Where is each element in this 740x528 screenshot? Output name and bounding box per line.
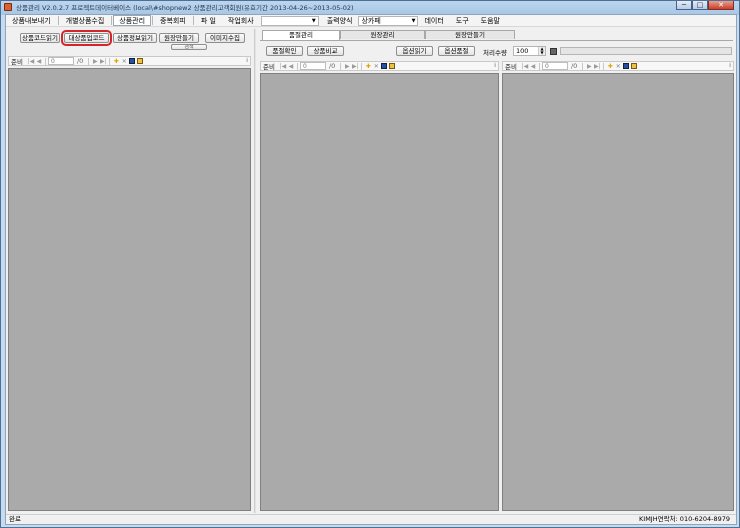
save-icon[interactable] (381, 63, 388, 69)
client-area: 상품내보내기 개별상품수집 상품관리 중복회피 파 일 작업회사 ▼ 출력양식 … (5, 14, 737, 525)
form-create-button[interactable]: 원장만들기 (159, 33, 199, 43)
company-select[interactable]: ▼ (260, 15, 319, 26)
app-icon (4, 3, 12, 11)
first-record-icon[interactable]: |◀ (279, 63, 287, 70)
image-collect-button[interactable]: 이미지수집 (205, 33, 245, 43)
prev-record-icon[interactable]: ◀ (529, 63, 537, 70)
delete-record-icon[interactable]: ✕ (120, 58, 128, 65)
progress-bar (560, 47, 732, 55)
save-icon[interactable] (129, 58, 136, 64)
record-count: /0 (76, 57, 84, 65)
grip-icon: ⁞ (246, 57, 248, 64)
menu-work-company[interactable]: 작업회사 (222, 15, 260, 26)
position-field[interactable]: 0 (541, 62, 568, 70)
next-record-icon[interactable]: ▶ (91, 58, 99, 65)
last-record-icon[interactable]: ▶| (99, 58, 107, 65)
contact-info: KIMJH연락처: 010-6204-8979 (639, 515, 730, 523)
left-data-grid[interactable] (8, 68, 251, 511)
search-button[interactable]: 검색 (171, 44, 207, 50)
panel-splitter[interactable] (254, 29, 256, 513)
record-count: /0 (570, 62, 578, 70)
save-icon[interactable] (623, 63, 630, 69)
product-info-load-button[interactable]: 상품정보읽기 (113, 33, 157, 43)
output-format-select[interactable]: 상카페 ▼ (358, 15, 419, 26)
minimize-button[interactable]: ─ (676, 1, 692, 10)
title-bar: 상품관리 V2.0.2.7 프로젝트데이터베이스 (local\#shopnew… (1, 1, 739, 13)
nav-status: 준비 (11, 58, 23, 66)
position-field[interactable]: 0 (299, 62, 326, 70)
last-record-icon[interactable]: ▶| (593, 63, 601, 70)
process-count-value: 100 (516, 47, 529, 55)
next-record-icon[interactable]: ▶ (585, 63, 593, 70)
left-panel: 상품코드읽기 대상품업코드 상품정보읽기 원장만들기 이미지수집 검색 준비 |… (6, 28, 253, 513)
record-count: /0 (328, 62, 336, 70)
tab-ledger-create[interactable]: 원장만들기 (425, 30, 515, 39)
menu-tools[interactable]: 도구 (450, 15, 475, 26)
menu-export-products[interactable]: 상품내보내기 (6, 15, 57, 26)
bulk-upload-code-button[interactable]: 대상품업코드 (61, 30, 112, 46)
option-load-button[interactable]: 옵션읽기 (396, 46, 433, 56)
spin-arrows-icon[interactable]: ▲ ▼ (538, 47, 545, 55)
close-button[interactable]: ✕ (708, 1, 734, 10)
process-count-stepper[interactable]: 100 ▲ ▼ (513, 46, 546, 56)
status-bar: 완료 KIMJH연락처: 010-6204-8979 (6, 514, 736, 524)
process-count-label: 처리수량 (483, 49, 507, 57)
menu-help[interactable]: 도움말 (475, 15, 506, 26)
tab-soldout-management[interactable]: 품절관리 (262, 30, 340, 40)
right-tabs: 품절관리 원장관리 원장만들기 (262, 30, 515, 40)
tab-ledger-management[interactable]: 원장관리 (340, 30, 425, 39)
right-navigator: 준비 |◀ ◀ 0 /0 ▶ ▶| ✚ ✕ ⁞ (502, 61, 734, 71)
position-field[interactable]: 0 (47, 57, 74, 65)
menu-bar: 상품내보내기 개별상품수집 상품관리 중복회피 파 일 작업회사 ▼ 출력양식 … (6, 15, 736, 27)
menu-separator (57, 16, 59, 25)
menu-collect-products[interactable]: 개별상품수집 (60, 15, 111, 26)
next-record-icon[interactable]: ▶ (343, 63, 351, 70)
chevron-down-icon: ▼ (411, 17, 416, 24)
status-text: 완료 (9, 515, 21, 523)
prev-record-icon[interactable]: ◀ (35, 58, 43, 65)
left-navigator: 준비 |◀ ◀ 0 /0 ▶ ▶| ✚ ✕ ⁞ (8, 56, 251, 66)
grip-icon: ⁞ (494, 62, 496, 69)
app-window: 상품관리 V2.0.2.7 프로젝트데이터베이스 (local\#shopnew… (0, 0, 740, 528)
soldout-check-button[interactable]: 품절확인 (266, 46, 303, 56)
middle-navigator: 준비 |◀ ◀ 0 /0 ▶ ▶| ✚ ✕ ⁞ (260, 61, 499, 71)
menu-separator (192, 16, 194, 25)
edit-icon[interactable] (389, 63, 396, 69)
right-data-grid[interactable] (502, 73, 734, 511)
last-record-icon[interactable]: ▶| (351, 63, 359, 70)
grip-icon: ⁞ (729, 62, 731, 69)
output-format-label: 출력양식 (326, 17, 353, 25)
first-record-icon[interactable]: |◀ (27, 58, 35, 65)
tab-underline (260, 40, 733, 41)
delete-record-icon[interactable]: ✕ (372, 63, 380, 70)
menu-separator (152, 16, 154, 25)
menu-separator (111, 16, 113, 25)
product-compare-button[interactable]: 상품비교 (307, 46, 344, 56)
stop-icon[interactable] (550, 48, 557, 55)
menu-file[interactable]: 파 일 (195, 15, 222, 26)
menu-data[interactable]: 데이터 (418, 15, 449, 26)
middle-data-grid[interactable] (260, 73, 499, 511)
add-record-icon[interactable]: ✚ (364, 63, 372, 70)
chevron-down-icon: ▼ (311, 17, 316, 24)
menu-product-management[interactable]: 상품관리 (113, 15, 152, 26)
add-record-icon[interactable]: ✚ (606, 63, 614, 70)
nav-status: 준비 (505, 63, 517, 71)
nav-status: 준비 (263, 63, 275, 71)
edit-icon[interactable] (631, 63, 638, 69)
product-code-load-button[interactable]: 상품코드읽기 (20, 33, 60, 43)
first-record-icon[interactable]: |◀ (521, 63, 529, 70)
edit-icon[interactable] (137, 58, 144, 64)
window-title: 상품관리 V2.0.2.7 프로젝트데이터베이스 (local\#shopnew… (16, 4, 354, 12)
delete-record-icon[interactable]: ✕ (614, 63, 622, 70)
option-soldout-button[interactable]: 옵션품절 (438, 46, 475, 56)
right-panel: 품절관리 원장관리 원장만들기 품절확인 상품비교 옵션읽기 옵션품절 처리수량… (258, 28, 735, 513)
prev-record-icon[interactable]: ◀ (287, 63, 295, 70)
output-format-value: 상카페 (361, 16, 381, 25)
maximize-button[interactable]: □ (692, 1, 708, 10)
add-record-icon[interactable]: ✚ (112, 58, 120, 65)
menu-duplicate-avoid[interactable]: 중복회피 (154, 15, 192, 26)
